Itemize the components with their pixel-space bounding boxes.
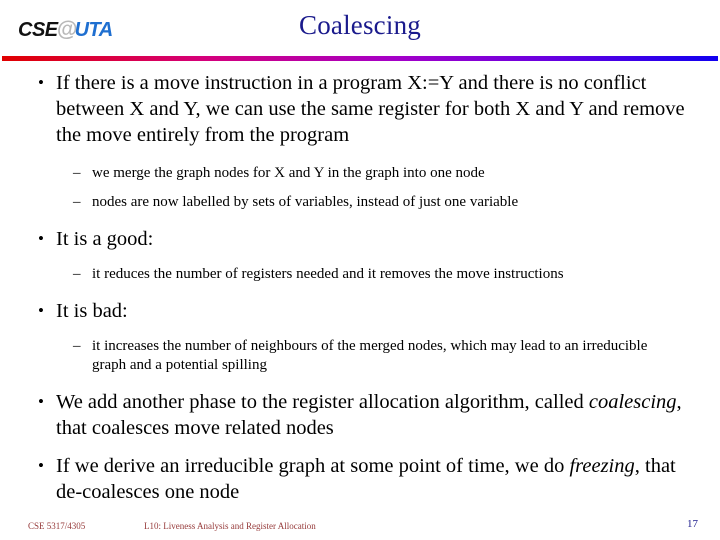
sub-bullet-marker: – — [73, 194, 81, 210]
emphasis-freezing: freezing — [569, 455, 635, 477]
slide-content: • If there is a move instruction in a pr… — [0, 70, 720, 507]
sub-bullet-marker: – — [73, 165, 81, 181]
footer-course-code: CSE 5317/4305 — [28, 521, 86, 531]
header-divider — [2, 56, 718, 61]
bullet-item: • It is bad: — [0, 298, 720, 324]
footer-page-number: 17 — [687, 518, 698, 530]
sub-bullet-text: we merge the graph nodes for X and Y in … — [92, 165, 485, 181]
sub-bullet-marker: – — [73, 338, 81, 354]
bullet-text: It is a good: — [56, 228, 154, 250]
bullet-text: We add another phase to the register all… — [56, 391, 682, 439]
slide-header: CSE@UTA Coalescing — [0, 0, 720, 61]
bullet-text: It is bad: — [56, 300, 128, 322]
bullet-item: • It is a good: — [0, 226, 720, 252]
bullet-marker: • — [38, 229, 44, 248]
footer-lecture-title: L10: Liveness Analysis and Register Allo… — [144, 521, 316, 531]
bullet-text-before: We add another phase to the register all… — [56, 391, 589, 413]
bullet-item: • If there is a move instruction in a pr… — [0, 70, 720, 148]
bullet-text: If we derive an irreducible graph at som… — [56, 455, 676, 503]
emphasis-coalescing: coalescing — [588, 391, 677, 413]
sub-bullet-item: – we merge the graph nodes for X and Y i… — [0, 164, 720, 183]
sub-bullet-item: – nodes are now labelled by sets of vari… — [0, 193, 720, 212]
sub-bullet-marker: – — [73, 266, 81, 282]
bullet-marker: • — [38, 456, 44, 475]
bullet-item: • If we derive an irreducible graph at s… — [0, 453, 720, 505]
sub-bullet-item: – it reduces the number of registers nee… — [0, 265, 720, 284]
bullet-marker: • — [38, 392, 44, 411]
sub-bullet-text: it increases the number of neighbours of… — [92, 338, 648, 373]
bullet-text: If there is a move instruction in a prog… — [56, 72, 685, 146]
page-title: Coalescing — [299, 10, 421, 40]
sub-bullet-item: – it increases the number of neighbours … — [0, 337, 720, 375]
bullet-item: • We add another phase to the register a… — [0, 389, 720, 441]
bullet-text-before: If we derive an irreducible graph at som… — [56, 455, 570, 477]
bullet-marker: • — [38, 73, 44, 92]
sub-bullet-text: it reduces the number of registers neede… — [92, 266, 564, 282]
bullet-marker: • — [38, 301, 44, 320]
sub-bullet-text: nodes are now labelled by sets of variab… — [92, 194, 519, 210]
